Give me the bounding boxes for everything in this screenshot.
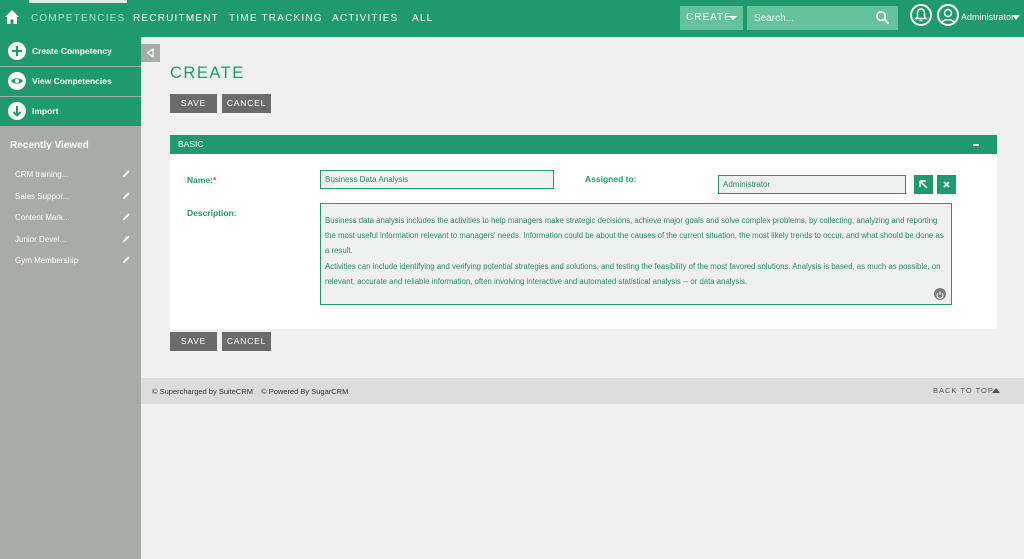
nav-activities[interactable]: ACTIVITIES: [332, 0, 398, 37]
select-arrow-icon: [919, 180, 928, 189]
plus-circle-icon: [8, 42, 26, 60]
caret-up-icon[interactable]: [992, 388, 1000, 393]
recent-item[interactable]: CRM training...: [15, 170, 131, 179]
description-textarea[interactable]: Business data analysis includes the acti…: [320, 203, 952, 305]
caret-down-icon: [729, 16, 737, 20]
recent-item-label: CRM training...: [15, 170, 69, 179]
recent-item[interactable]: Gym Membership: [15, 256, 131, 265]
recent-item[interactable]: Sales Suppor...: [15, 192, 131, 201]
pencil-edit-icon[interactable]: [122, 169, 131, 178]
sidebar-action-label: View Competencies: [32, 76, 112, 86]
search-box: [747, 6, 898, 30]
pencil-edit-icon[interactable]: [122, 212, 131, 221]
name-field[interactable]: [320, 170, 554, 189]
name-label-text: Name:: [187, 175, 213, 185]
user-menu-label[interactable]: Administrator: [961, 12, 1014, 22]
sugarcrm-credit-link[interactable]: © Powered By SugarCRM: [261, 387, 348, 396]
nav-time-tracking[interactable]: TIME TRACKING: [229, 0, 323, 37]
pencil-edit-icon[interactable]: [122, 191, 131, 200]
pencil-edit-icon[interactable]: [122, 234, 131, 243]
sidebar-collapse-toggle[interactable]: [141, 44, 160, 62]
top-navbar: COMPETENCIES RECRUITMENT TIME TRACKING A…: [0, 0, 1024, 37]
save-button-bottom[interactable]: SAVE: [170, 332, 217, 351]
recent-item-label: Gym Membership: [15, 256, 79, 265]
recent-item-label: Junior Devel...: [15, 235, 67, 244]
suitecrm-credit-link[interactable]: © Supercharged by SuiteCRM: [152, 387, 253, 396]
select-user-button[interactable]: [914, 175, 933, 194]
cancel-button-bottom[interactable]: CANCEL: [222, 332, 271, 351]
name-label: Name:*: [187, 175, 216, 185]
sidebar-action-label: Create Competency: [32, 46, 112, 56]
sidebar-action-create-competency[interactable]: Create Competency: [0, 37, 141, 66]
cancel-button-top[interactable]: CANCEL: [222, 94, 271, 113]
sidebar-action-view-competencies[interactable]: View Competencies: [0, 67, 141, 96]
recently-viewed-title: Recently Viewed: [10, 140, 89, 151]
collapse-minus-icon[interactable]: [973, 144, 979, 146]
recent-item[interactable]: Content Mark...: [15, 213, 131, 222]
user-menu-caret-icon[interactable]: [1012, 15, 1020, 20]
footer-credits: © Supercharged by SuiteCRM © Powered By …: [152, 387, 354, 396]
clear-user-button[interactable]: [937, 175, 956, 194]
sidebar-action-import[interactable]: Import: [0, 97, 141, 126]
pencil-edit-icon[interactable]: [122, 255, 131, 264]
back-to-top-link[interactable]: BACK TO TOP: [933, 386, 994, 395]
nav-competencies[interactable]: COMPETENCIES: [28, 0, 128, 37]
assigned-to-field[interactable]: [718, 175, 906, 194]
close-icon: [943, 181, 950, 188]
panel-title: BASIC: [178, 139, 204, 149]
home-icon[interactable]: [4, 9, 20, 25]
sidebar: Create Competency View Competencies Impo…: [0, 37, 141, 559]
notifications-bell-icon[interactable]: [910, 4, 932, 26]
required-marker: *: [212, 175, 217, 185]
recent-item[interactable]: Junior Devel...: [15, 235, 131, 244]
assigned-to-label: Assigned to:: [585, 174, 637, 184]
recent-item-label: Content Mark...: [15, 213, 70, 222]
user-avatar-icon[interactable]: [937, 4, 959, 26]
nav-recruitment[interactable]: RECRUITMENT: [133, 0, 219, 37]
triangle-left-icon: [146, 47, 154, 59]
panel-header-basic[interactable]: BASIC: [170, 135, 997, 154]
save-button-top[interactable]: SAVE: [170, 94, 217, 113]
description-label: Description:: [187, 208, 237, 218]
search-input[interactable]: [747, 6, 873, 30]
download-arrow-icon: [8, 102, 26, 120]
nav-all[interactable]: ALL: [412, 0, 433, 37]
create-label: CREATE: [686, 12, 732, 23]
sidebar-action-label: Import: [32, 106, 59, 116]
eye-icon: [8, 72, 26, 90]
search-icon[interactable]: [875, 10, 890, 25]
create-dropdown-button[interactable]: CREATE: [680, 6, 743, 30]
page-title: CREATE: [170, 64, 245, 82]
recent-item-label: Sales Suppor...: [15, 192, 70, 201]
power-icon[interactable]: [934, 288, 946, 300]
